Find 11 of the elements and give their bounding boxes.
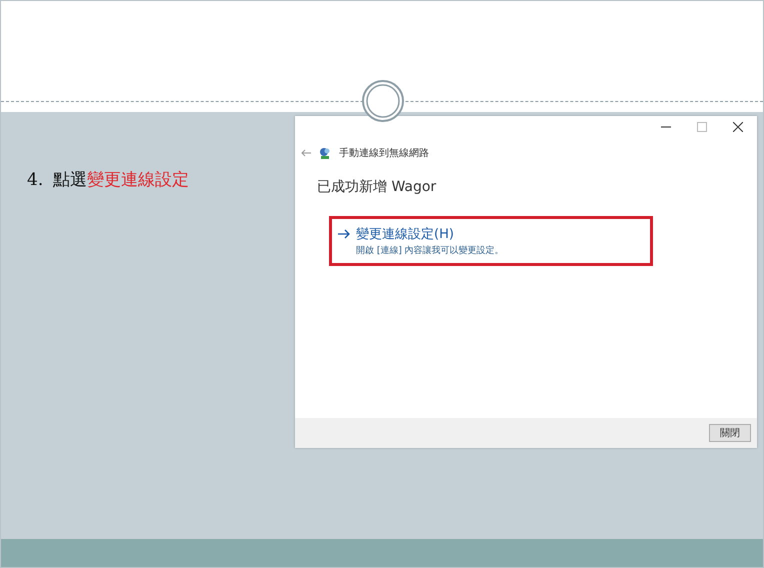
change-settings-link[interactable]: 變更連線設定(H) (356, 225, 504, 243)
network-icon (319, 147, 331, 159)
back-arrow-icon[interactable] (301, 149, 311, 157)
dialog-title: 手動連線到無線網路 (339, 146, 429, 160)
close-button[interactable]: 關閉 (709, 424, 751, 442)
instruction-text: 點選變更連線設定 (53, 169, 190, 191)
step-number: 4. (27, 170, 44, 190)
arrow-icon (338, 229, 350, 239)
dialog-heading: 已成功新增 Wagor (316, 178, 438, 196)
option-description: 開啟 [連線] 內容讓我可以變更設定。 (356, 244, 504, 257)
close-icon[interactable] (733, 122, 743, 132)
